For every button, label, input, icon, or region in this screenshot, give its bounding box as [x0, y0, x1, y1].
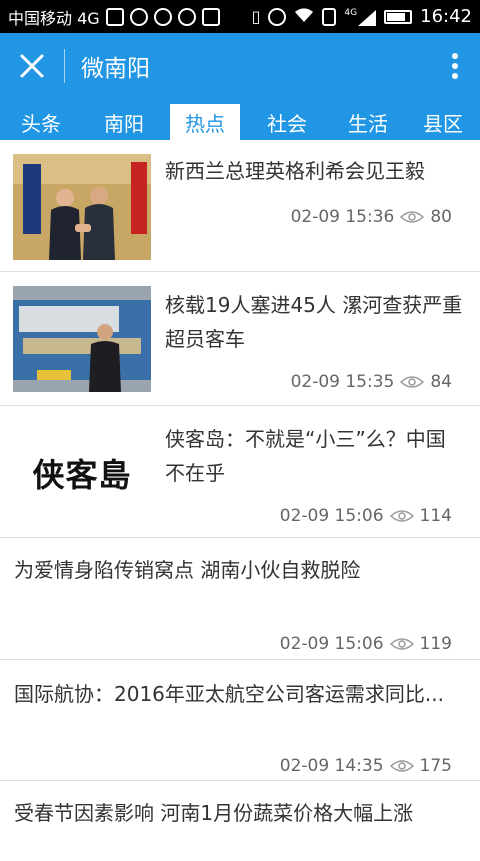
list-item[interactable]: 核载19人塞进45人 漯河查获严重超员客车 02-09 15:35 84 [0, 272, 480, 406]
article-meta: 02-09 15:06 114 [280, 506, 452, 526]
article-thumbnail [13, 154, 151, 260]
list-item[interactable]: 受春节因素影响 河南1月份蔬菜价格大幅上涨 [0, 781, 480, 861]
view-count: 119 [419, 634, 452, 654]
list-item[interactable]: 为爱情身陷传销窝点 湖南小伙自救脱险 02-09 15:06 119 [0, 538, 480, 660]
tab-shenghuo[interactable]: 生活 [330, 104, 406, 140]
network-type-label: 4G [344, 7, 358, 18]
eye-icon [389, 638, 414, 650]
news-feed: 新西兰总理英格利希会见王毅 02-09 15:36 80 核载19人塞进45人 … [0, 140, 480, 861]
article-time: 02-09 14:35 [279, 756, 384, 776]
article-time: 02-09 15:06 [279, 634, 384, 654]
eye-icon [400, 376, 425, 388]
tab-xianqu[interactable]: 县区 [406, 104, 480, 140]
list-item[interactable]: 侠客島 侠客岛：不就是“小三”么？中国不在乎 02-09 15:06 114 [0, 406, 480, 538]
appbar-divider [64, 49, 65, 83]
xiakedao-logo: 侠客島 [32, 456, 132, 494]
tab-toutiao[interactable]: 头条 [0, 104, 82, 140]
list-item[interactable]: 国际航协：2016年亚太航空公司客运需求同比... 02-09 14:35 17… [0, 660, 480, 781]
close-icon [20, 54, 44, 78]
eye-icon [389, 510, 414, 522]
article-title: 核载19人塞进45人 漯河查获严重超员客车 [165, 293, 463, 351]
tab-shehui[interactable]: 社会 [244, 104, 330, 140]
vibrate-icon: ▯ [251, 7, 261, 26]
article-thumbnail: 侠客島 [13, 420, 151, 526]
sync-notification-icon [153, 7, 172, 26]
article-meta: 02-09 14:35 175 [280, 756, 452, 776]
wechat-notification-icon [129, 7, 148, 26]
article-meta: 02-09 15:36 80 [291, 207, 452, 227]
signal-icon: 4G [344, 7, 377, 26]
article-title: 受春节因素影响 河南1月份蔬菜价格大幅上涨 [14, 801, 414, 825]
view-count: 84 [430, 372, 452, 392]
article-title: 为爱情身陷传销窝点 湖南小伙自救脱险 [14, 558, 361, 582]
download-notification-icon [201, 7, 220, 26]
article-title: 侠客岛：不就是“小三”么？中国不在乎 [165, 427, 446, 485]
article-time: 02-09 15:36 [290, 207, 395, 227]
view-count: 80 [430, 207, 452, 227]
chat-notification-icon [177, 7, 196, 26]
category-tabs: 头条 南阳 热点 社会 生活 县区 [0, 99, 480, 140]
battery-icon [384, 9, 413, 24]
view-count: 114 [419, 506, 452, 526]
carrier-label: 中国移动 4G [8, 8, 100, 28]
image-notification-icon [105, 7, 124, 26]
article-title: 国际航协：2016年亚太航空公司客运需求同比... [14, 682, 444, 706]
clock: 16:42 [420, 6, 472, 27]
article-thumbnail [13, 286, 151, 392]
article-meta: 02-09 15:35 84 [291, 372, 452, 392]
more-vertical-icon [452, 53, 458, 79]
article-title: 新西兰总理英格利希会见王毅 [165, 159, 425, 183]
sim-icon [322, 7, 337, 26]
eye-icon [389, 760, 414, 772]
list-item[interactable]: 新西兰总理英格利希会见王毅 02-09 15:36 80 [0, 140, 480, 272]
alarm-icon [268, 7, 287, 26]
tab-nanyang[interactable]: 南阳 [82, 104, 166, 140]
article-meta: 02-09 15:06 119 [280, 634, 452, 654]
wifi-icon [294, 7, 314, 27]
status-bar: 中国移动 4G ▯ 4G 16:42 [0, 0, 480, 33]
close-button[interactable] [0, 33, 64, 99]
view-count: 175 [419, 756, 452, 776]
tab-redian[interactable]: 热点 [170, 104, 240, 140]
article-time: 02-09 15:06 [279, 506, 384, 526]
page-title: 微南阳 [81, 56, 150, 82]
eye-icon [400, 211, 425, 223]
article-time: 02-09 15:35 [290, 372, 395, 392]
more-options-button[interactable] [430, 33, 480, 99]
app-bar: 微南阳 [0, 33, 480, 99]
